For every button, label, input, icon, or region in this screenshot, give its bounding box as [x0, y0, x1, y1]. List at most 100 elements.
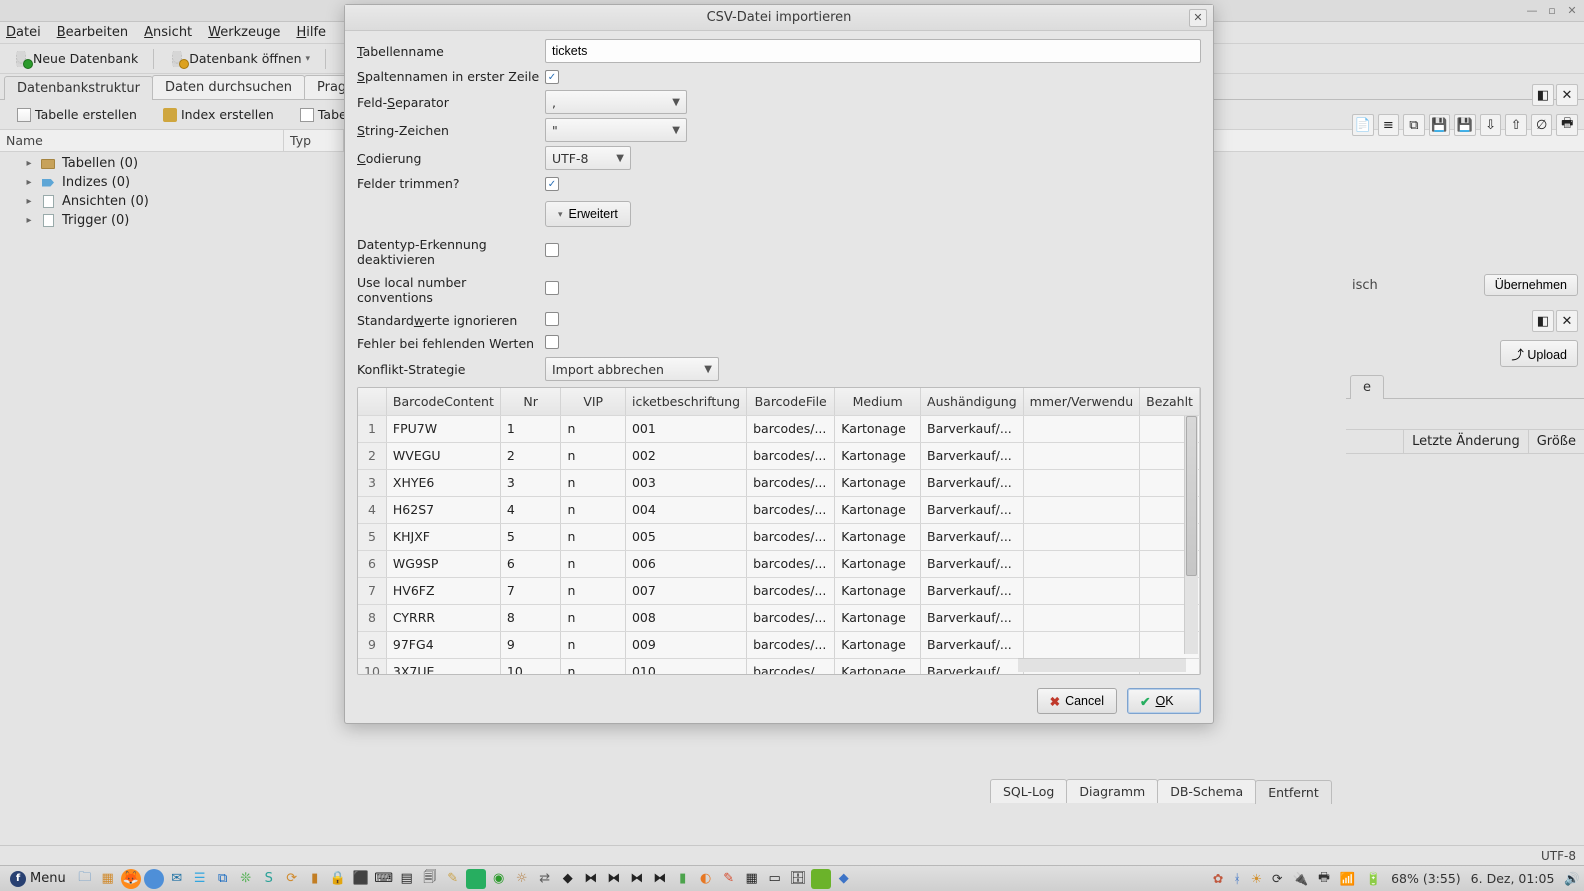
app-icon-20[interactable] [811, 869, 831, 889]
cell-nv[interactable] [1023, 577, 1140, 604]
cell-md[interactable]: Kartonage [835, 523, 921, 550]
tab-structure[interactable]: Datenbankstruktur [4, 76, 153, 100]
copy-tool-icon[interactable]: ⧉ [1403, 114, 1425, 136]
conflict-combobox[interactable]: Import abbrechen▼ [545, 357, 719, 381]
cell-barcode[interactable]: FPU7W [386, 415, 500, 442]
cell-nv[interactable] [1023, 523, 1140, 550]
cell-vip[interactable]: n [561, 469, 626, 496]
cell-md[interactable]: Kartonage [835, 550, 921, 577]
cell-md[interactable]: Kartonage [835, 469, 921, 496]
tab-remote-partial[interactable]: e [1350, 375, 1384, 399]
cell-nv[interactable] [1023, 496, 1140, 523]
cell-nr[interactable]: 3 [500, 469, 561, 496]
cell-tb[interactable]: 003 [625, 469, 746, 496]
cell-barcode[interactable]: 3X7UE [386, 658, 500, 675]
calculator-icon[interactable]: 🗐 [420, 869, 440, 889]
cell-ah[interactable]: Barverkauf/... [921, 469, 1024, 496]
table-row[interactable]: 1FPU7W1n001barcodes/...KartonageBarverka… [358, 415, 1200, 442]
app-icon-19[interactable]: 🗄 [788, 869, 808, 889]
cell-vip[interactable]: n [561, 604, 626, 631]
cell-md[interactable]: Kartonage [835, 442, 921, 469]
table-row[interactable]: 7HV6FZ7n007barcodes/...KartonageBarverka… [358, 577, 1200, 604]
new-database-button[interactable]: Neue Datenbank [6, 48, 145, 70]
tab-plot[interactable]: Diagramm [1066, 779, 1158, 803]
volume-icon[interactable]: 🔊 [1564, 871, 1580, 887]
cell-tb[interactable]: 002 [625, 442, 746, 469]
app-icon-13[interactable]: ⧓ [650, 869, 670, 889]
cell-vip[interactable]: n [561, 496, 626, 523]
print-tool-icon[interactable]: 🖶 [1556, 114, 1578, 136]
cell-ah[interactable]: Barverkauf/... [921, 577, 1024, 604]
dropbox-icon[interactable]: ⧉ [213, 869, 233, 889]
column-index[interactable] [358, 388, 386, 415]
column-barcodefile[interactable]: BarcodeFile [747, 388, 835, 415]
cell-tb[interactable]: 005 [625, 523, 746, 550]
column-medium[interactable]: Medium [835, 388, 921, 415]
panel-close-icon[interactable]: ✕ [1556, 84, 1578, 106]
cell-nv[interactable] [1023, 442, 1140, 469]
cell-nr[interactable]: 8 [500, 604, 561, 631]
ignore-defaults-checkbox[interactable] [545, 312, 559, 326]
create-index-button[interactable]: Index erstellen [156, 104, 281, 126]
open-database-button[interactable]: Datenbank öffnen ▾ [162, 48, 317, 70]
cell-nr[interactable]: 2 [500, 442, 561, 469]
app-icon-8[interactable]: ⇄ [535, 869, 555, 889]
power-icon[interactable]: 🔌 [1293, 871, 1309, 887]
column-nr[interactable]: Nr [500, 388, 561, 415]
files-icon[interactable]: 🗀 [75, 869, 95, 889]
app-icon-21[interactable]: ◆ [834, 869, 854, 889]
cell-ah[interactable]: Barverkauf/... [921, 415, 1024, 442]
chromium-icon[interactable] [144, 869, 164, 889]
cell-bf[interactable]: barcodes/... [747, 496, 835, 523]
app-icon-3[interactable]: ▮ [305, 869, 325, 889]
cell-vip[interactable]: n [561, 550, 626, 577]
tab-sql-log[interactable]: SQL-Log [990, 779, 1067, 803]
window-maximize[interactable]: ▫ [1544, 2, 1560, 18]
cell-nr[interactable]: 7 [500, 577, 561, 604]
menu-view[interactable]: Ansicht [144, 25, 192, 40]
quote-combobox[interactable]: "▼ [545, 118, 687, 142]
email-icon[interactable]: ✉ [167, 869, 187, 889]
cell-md[interactable]: Kartonage [835, 631, 921, 658]
cell-bf[interactable]: barcodes/... [747, 658, 835, 675]
window-close[interactable]: ✕ [1564, 2, 1580, 18]
accessibility-icon[interactable]: ✿ [1213, 871, 1223, 886]
cell-ah[interactable]: Barverkauf/... [921, 496, 1024, 523]
cell-bf[interactable]: barcodes/... [747, 631, 835, 658]
export-tool-icon[interactable]: ⇧ [1505, 114, 1527, 136]
cell-md[interactable]: Kartonage [835, 577, 921, 604]
separator-combobox[interactable]: ,▼ [545, 90, 687, 114]
cancel-button[interactable]: ✖Cancel [1037, 688, 1117, 714]
pencil-icon[interactable]: ✎ [443, 869, 463, 889]
preview-hscrollbar[interactable] [1018, 658, 1186, 672]
cell-nr[interactable]: 10 [500, 658, 561, 675]
upload-button[interactable]: ⤴ Upload [1500, 340, 1578, 367]
column-bezahlt[interactable]: Bezahlt [1140, 388, 1200, 415]
cell-nv[interactable] [1023, 415, 1140, 442]
window-minimize[interactable]: — [1524, 2, 1540, 18]
start-menu-button[interactable]: f Menu [4, 868, 72, 890]
table-row[interactable]: 997FG49n009barcodes/...KartonageBarverka… [358, 631, 1200, 658]
first-row-checkbox[interactable]: ✓ [545, 70, 559, 84]
cell-vip[interactable]: n [561, 442, 626, 469]
cell-nr[interactable]: 9 [500, 631, 561, 658]
tree-header-type[interactable]: Typ [284, 130, 344, 151]
table-name-input[interactable] [545, 39, 1201, 63]
fail-missing-checkbox[interactable] [545, 335, 559, 349]
panel-float-icon[interactable]: ◧ [1532, 310, 1554, 332]
menu-help[interactable]: Hilfe [296, 25, 326, 40]
save-tool-icon[interactable]: 💾 [1429, 114, 1451, 136]
cell-bf[interactable]: barcodes/... [747, 604, 835, 631]
column-size[interactable]: Größe [1528, 430, 1584, 453]
app-icon-17[interactable]: ▦ [742, 869, 762, 889]
printer-icon[interactable]: 🖶 [1318, 868, 1330, 889]
table-row[interactable]: 8CYRRR8n008barcodes/...KartonageBarverka… [358, 604, 1200, 631]
column-barcode[interactable]: BarcodeContent [386, 388, 500, 415]
cell-barcode[interactable]: HV6FZ [386, 577, 500, 604]
cell-ah[interactable]: Barverkauf/... [921, 604, 1024, 631]
app-icon-9[interactable]: ◆ [558, 869, 578, 889]
cell-nv[interactable] [1023, 469, 1140, 496]
cell-bf[interactable]: barcodes/... [747, 415, 835, 442]
cell-tb[interactable]: 010 [625, 658, 746, 675]
trim-checkbox[interactable]: ✓ [545, 177, 559, 191]
